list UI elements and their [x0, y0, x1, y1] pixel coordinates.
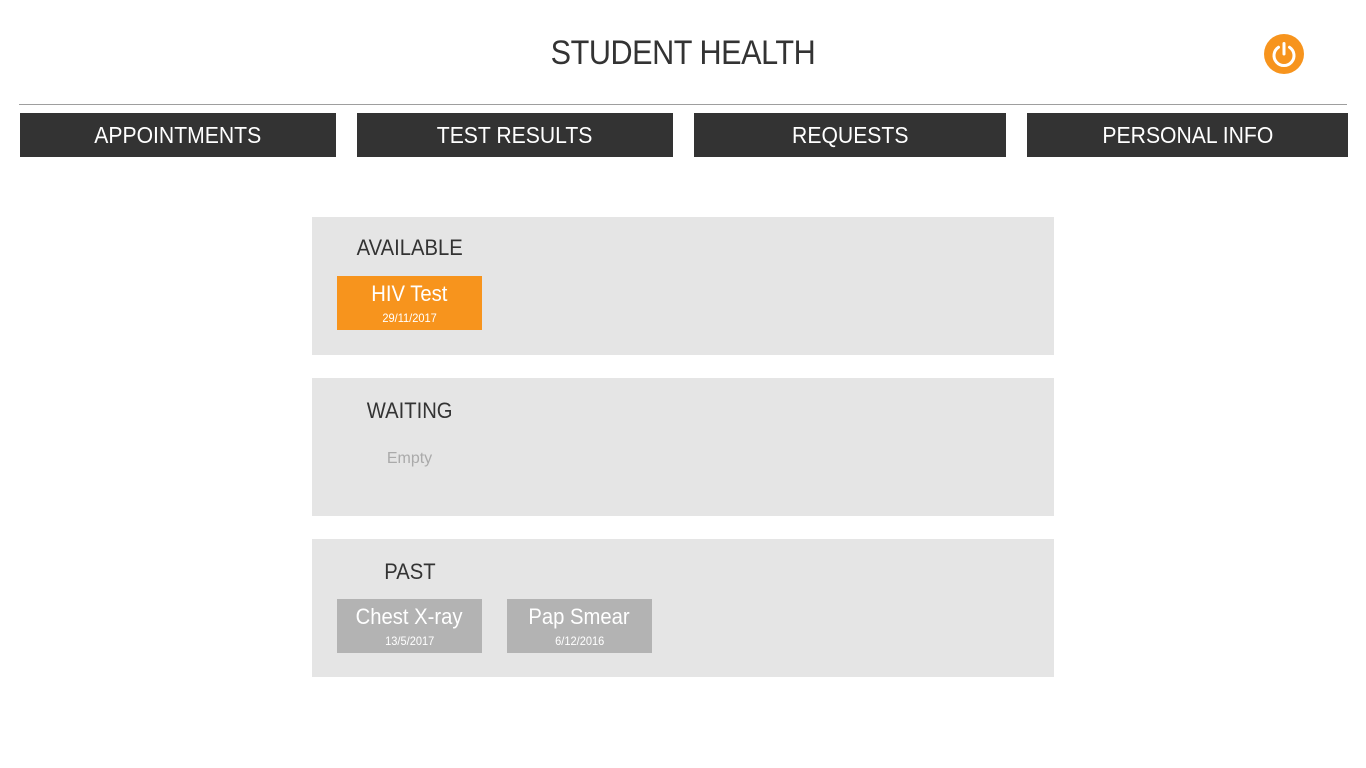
- test-card-chest-x-ray[interactable]: Chest X-ray 13/5/2017: [337, 599, 482, 653]
- tab-personal-info[interactable]: PERSONAL INFO: [1027, 113, 1348, 157]
- test-card-date: 13/5/2017: [384, 634, 435, 648]
- past-heading: PAST: [383, 559, 436, 584]
- test-card-date: 29/11/2017: [382, 311, 437, 325]
- tab-test-results-label: TEST RESULTS: [437, 121, 593, 148]
- tab-requests[interactable]: REQUESTS: [694, 113, 1006, 157]
- test-card-title: HIV Test: [371, 281, 448, 306]
- tab-test-results[interactable]: TEST RESULTS: [357, 113, 673, 157]
- waiting-empty-text: Empty: [386, 450, 433, 467]
- available-heading: AVAILABLE: [356, 235, 463, 260]
- power-icon: [1272, 42, 1296, 68]
- test-card-pap-smear[interactable]: Pap Smear 6/12/2016: [507, 599, 652, 653]
- tab-requests-label: REQUESTS: [791, 121, 909, 148]
- test-card-date: 6/12/2016: [554, 634, 605, 648]
- waiting-panel: WAITING Empty: [312, 378, 1054, 516]
- test-card-hiv-test[interactable]: HIV Test 29/11/2017: [337, 276, 482, 330]
- logout-button[interactable]: [1264, 34, 1304, 74]
- header-divider: [19, 104, 1347, 105]
- app-title: STUDENT HEALTH: [550, 34, 816, 72]
- available-panel: AVAILABLE HIV Test 29/11/2017: [312, 217, 1054, 355]
- test-card-title: Chest X-ray: [356, 604, 463, 629]
- test-card-title: Pap Smear: [528, 604, 631, 629]
- waiting-heading: WAITING: [366, 398, 453, 423]
- tab-personal-info-label: PERSONAL INFO: [1102, 121, 1273, 148]
- tab-appointments[interactable]: APPOINTMENTS: [20, 113, 336, 157]
- tab-appointments-label: APPOINTMENTS: [94, 121, 262, 148]
- past-panel: PAST Chest X-ray 13/5/2017 Pap Smear 6/1…: [312, 539, 1054, 677]
